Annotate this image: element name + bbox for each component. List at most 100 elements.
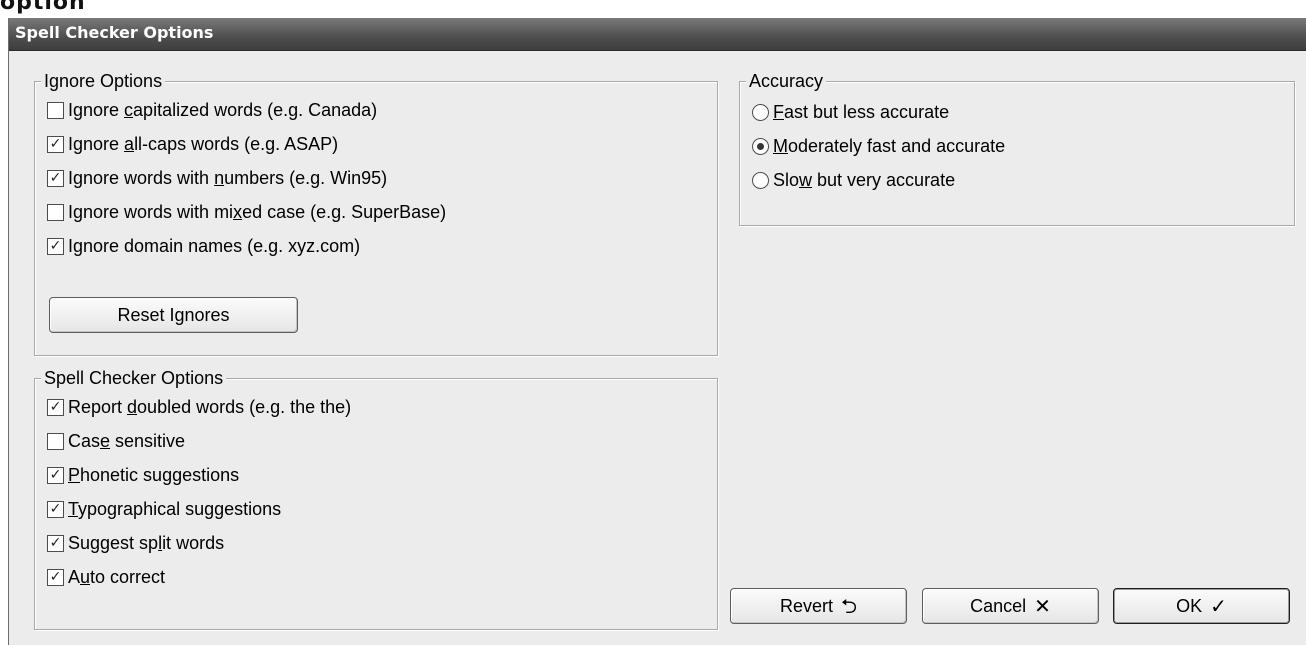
label-text: ast but less accurate — [784, 101, 950, 122]
label-text: Ignore words with mi — [68, 201, 234, 222]
spell-checkbox-row[interactable]: ✓ Suggest split words — [47, 531, 224, 555]
checkbox-checked[interactable]: ✓ — [47, 135, 64, 153]
access-key: P — [68, 464, 81, 485]
label-text: A — [68, 566, 81, 587]
ignore-options-legend: Ignore Options — [41, 71, 166, 91]
option-label: Slow but very accurate — [773, 170, 955, 191]
cancel-button[interactable]: Cancel ✕ — [922, 588, 1099, 624]
label-text: it words — [162, 532, 225, 553]
option-label: Report doubled words (e.g. the the) — [68, 397, 351, 418]
reset-ignores-label: Reset Ignores — [117, 304, 230, 325]
ignore-checkbox-row[interactable]: ✓ Ignore domain names (e.g. xyz.com) — [47, 234, 360, 258]
check-mark-icon: ✓ — [49, 136, 62, 152]
spell-checkbox-row[interactable]: ✓ Phonetic suggestions — [47, 463, 239, 487]
label-text: ed case (e.g. SuperBase) — [242, 201, 447, 222]
cancel-x-icon: ✕ — [1034, 594, 1051, 618]
option-label: Moderately fast and accurate — [773, 136, 1005, 157]
check-mark-icon: ✓ — [49, 238, 62, 254]
label-text: Cas — [68, 430, 101, 451]
checkbox-checked[interactable]: ✓ — [47, 500, 64, 518]
label-text: Slo — [773, 169, 800, 190]
access-key: T — [68, 498, 79, 519]
access-key: d — [127, 396, 138, 417]
dialog-title: Spell Checker Options — [15, 23, 214, 42]
checkbox-unchecked[interactable] — [47, 432, 64, 450]
label-text: Ignore words with — [68, 167, 215, 188]
label-text: Ignore domain names (e.g. xyz.com) — [68, 235, 361, 256]
radio-selected[interactable] — [752, 137, 769, 155]
radio-unselected[interactable] — [752, 171, 769, 189]
checkmark-icon: ✓ — [1210, 594, 1227, 618]
label-text: Ignore — [68, 133, 125, 154]
access-key: x — [233, 201, 243, 222]
label-text: oubled words (e.g. the the) — [137, 396, 352, 417]
option-label: Auto correct — [68, 567, 165, 588]
check-mark-icon: ✓ — [49, 399, 62, 415]
accuracy-radio-row[interactable]: Moderately fast and accurate — [752, 134, 1005, 158]
label-text: but very accurate — [812, 169, 956, 190]
label-text: oderately fast and accurate — [788, 135, 1006, 156]
option-label: Ignore words with numbers (e.g. Win95) — [68, 168, 387, 189]
access-key: n — [214, 167, 225, 188]
option-label: Phonetic suggestions — [68, 465, 239, 486]
checkbox-checked[interactable]: ✓ — [47, 398, 64, 416]
label-text: Report — [68, 396, 128, 417]
checkbox-checked[interactable]: ✓ — [47, 237, 64, 255]
option-label: Ignore all-caps words (e.g. ASAP) — [68, 134, 338, 155]
option-label: Typographical suggestions — [68, 499, 281, 520]
check-mark-icon: ✓ — [49, 535, 62, 551]
checkbox-checked[interactable]: ✓ — [47, 169, 64, 187]
label-text: ll-caps words (e.g. ASAP) — [134, 133, 339, 154]
option-label: Suggest split words — [68, 533, 224, 554]
ignore-checkbox-row[interactable]: ✓ Ignore words with numbers (e.g. Win95) — [47, 166, 387, 190]
option-label: Ignore words with mixed case (e.g. Super… — [68, 202, 446, 223]
label-text: honetic suggestions — [80, 464, 240, 485]
spell-checker-options-group: Spell Checker Options ✓ Report doubled wo… — [34, 368, 718, 630]
spell-checkbox-row[interactable]: ✓ Typographical suggestions — [47, 497, 281, 521]
revert-label: Revert — [779, 595, 833, 616]
spell-checkbox-row[interactable]: ✓ Report doubled words (e.g. the the) — [47, 395, 351, 419]
access-key: F — [773, 101, 784, 122]
spell-checkbox-row[interactable]: Case sensitive — [47, 429, 185, 453]
checkbox-unchecked[interactable] — [47, 203, 64, 221]
check-mark-icon: ✓ — [49, 467, 62, 483]
access-key: w — [799, 169, 813, 190]
title-bar[interactable]: Spell Checker Options — [9, 18, 1306, 51]
access-key: e — [100, 430, 111, 451]
check-mark-icon: ✓ — [49, 569, 62, 585]
access-key: a — [124, 133, 135, 154]
cancel-label: Cancel — [970, 595, 1027, 616]
revert-icon: ⮌ — [840, 594, 858, 618]
accuracy-group: Accuracy Fast but less accurate Moderatel… — [739, 71, 1295, 226]
ok-button[interactable]: OK ✓ — [1113, 588, 1290, 624]
label-text: Ignore — [68, 99, 125, 120]
ignore-checkbox-row[interactable]: ✓ Ignore all-caps words (e.g. ASAP) — [47, 132, 338, 156]
option-label: Case sensitive — [68, 431, 185, 452]
access-key: M — [773, 135, 788, 156]
checkbox-unchecked[interactable] — [47, 101, 64, 119]
revert-button[interactable]: Revert ⮌ — [730, 588, 907, 624]
accuracy-radio-row[interactable]: Slow but very accurate — [752, 168, 955, 192]
accuracy-legend: Accuracy — [746, 71, 827, 91]
access-key: c — [124, 99, 134, 120]
option-label: Ignore domain names (e.g. xyz.com) — [68, 236, 360, 257]
reset-ignores-button[interactable]: Reset Ignores — [49, 297, 298, 333]
accuracy-radio-row[interactable]: Fast but less accurate — [752, 100, 949, 124]
ignore-checkbox-row[interactable]: Ignore capitalized words (e.g. Canada) — [47, 98, 377, 122]
ignore-options-group: Ignore Options Ignore capitalized words … — [34, 71, 718, 356]
radio-unselected[interactable] — [752, 103, 769, 121]
label-text: umbers (e.g. Win95) — [224, 167, 388, 188]
option-label: Ignore capitalized words (e.g. Canada) — [68, 100, 377, 121]
checkbox-checked[interactable]: ✓ — [47, 534, 64, 552]
label-text: sensitive — [110, 430, 186, 451]
ignore-checkbox-row[interactable]: Ignore words with mixed case (e.g. Super… — [47, 200, 446, 224]
spell-checkbox-row[interactable]: ✓ Auto correct — [47, 565, 165, 589]
radio-dot — [757, 142, 764, 150]
option-label: Fast but less accurate — [773, 102, 949, 123]
spell-checker-options-legend: Spell Checker Options — [41, 368, 227, 388]
spell-checker-options-dialog: Spell Checker Options Ignore Options Ign… — [8, 18, 1306, 645]
check-mark-icon: ✓ — [49, 501, 62, 517]
checkbox-checked[interactable]: ✓ — [47, 466, 64, 484]
ok-label: OK — [1176, 595, 1203, 616]
checkbox-checked[interactable]: ✓ — [47, 568, 64, 586]
